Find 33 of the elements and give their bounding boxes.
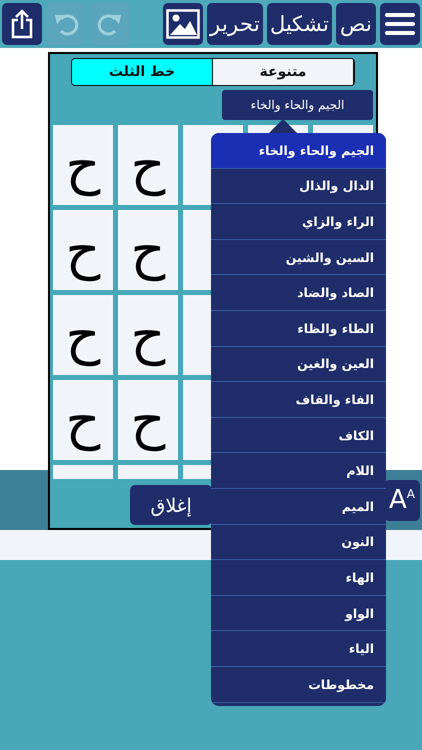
glyph: ح <box>130 132 166 198</box>
menu-item[interactable]: النون <box>211 524 386 560</box>
share-icon <box>10 9 34 39</box>
glyph: ح <box>130 302 166 368</box>
glyph-tile[interactable]: ح <box>53 125 113 205</box>
glyph: ح <box>130 217 166 284</box>
share-button[interactable] <box>2 3 42 45</box>
menu-icon <box>385 11 415 37</box>
glyph-tile[interactable]: ح <box>118 295 178 375</box>
segment-tab[interactable]: متنوعة <box>213 59 354 85</box>
glyph-tile[interactable]: ح <box>53 210 113 290</box>
image-button[interactable] <box>163 3 203 45</box>
glyph-tile[interactable]: ح <box>118 125 178 205</box>
menu-button[interactable] <box>380 3 420 45</box>
font-size-button[interactable]: A$^{A}$ <box>384 480 420 520</box>
glyph: ح <box>64 217 102 284</box>
toolbar-button[interactable]: تحرير <box>207 3 263 45</box>
glyph: ح <box>64 387 102 454</box>
glyph: ح <box>64 302 102 368</box>
menu-item[interactable]: الجيم والحاء والخاء <box>211 133 386 169</box>
image-icon <box>166 9 200 39</box>
segment-tab[interactable]: خط الثلث <box>72 59 213 85</box>
toolbar-button[interactable]: تشكيل <box>267 3 332 45</box>
glyph-tile[interactable]: ح <box>118 380 178 460</box>
glyph-tile[interactable]: ح <box>118 210 178 290</box>
close-button[interactable]: إغلاق <box>130 485 212 525</box>
glyph: ح <box>130 387 166 454</box>
toolbar-button[interactable]: نص <box>336 3 376 45</box>
glyph-tile[interactable]: ح <box>53 295 113 375</box>
glyph: ح <box>64 132 102 198</box>
glyph-tile[interactable]: ح <box>53 380 113 460</box>
menu-item[interactable]: الواو <box>211 596 386 632</box>
menu-item[interactable]: العين والغين <box>211 346 386 382</box>
